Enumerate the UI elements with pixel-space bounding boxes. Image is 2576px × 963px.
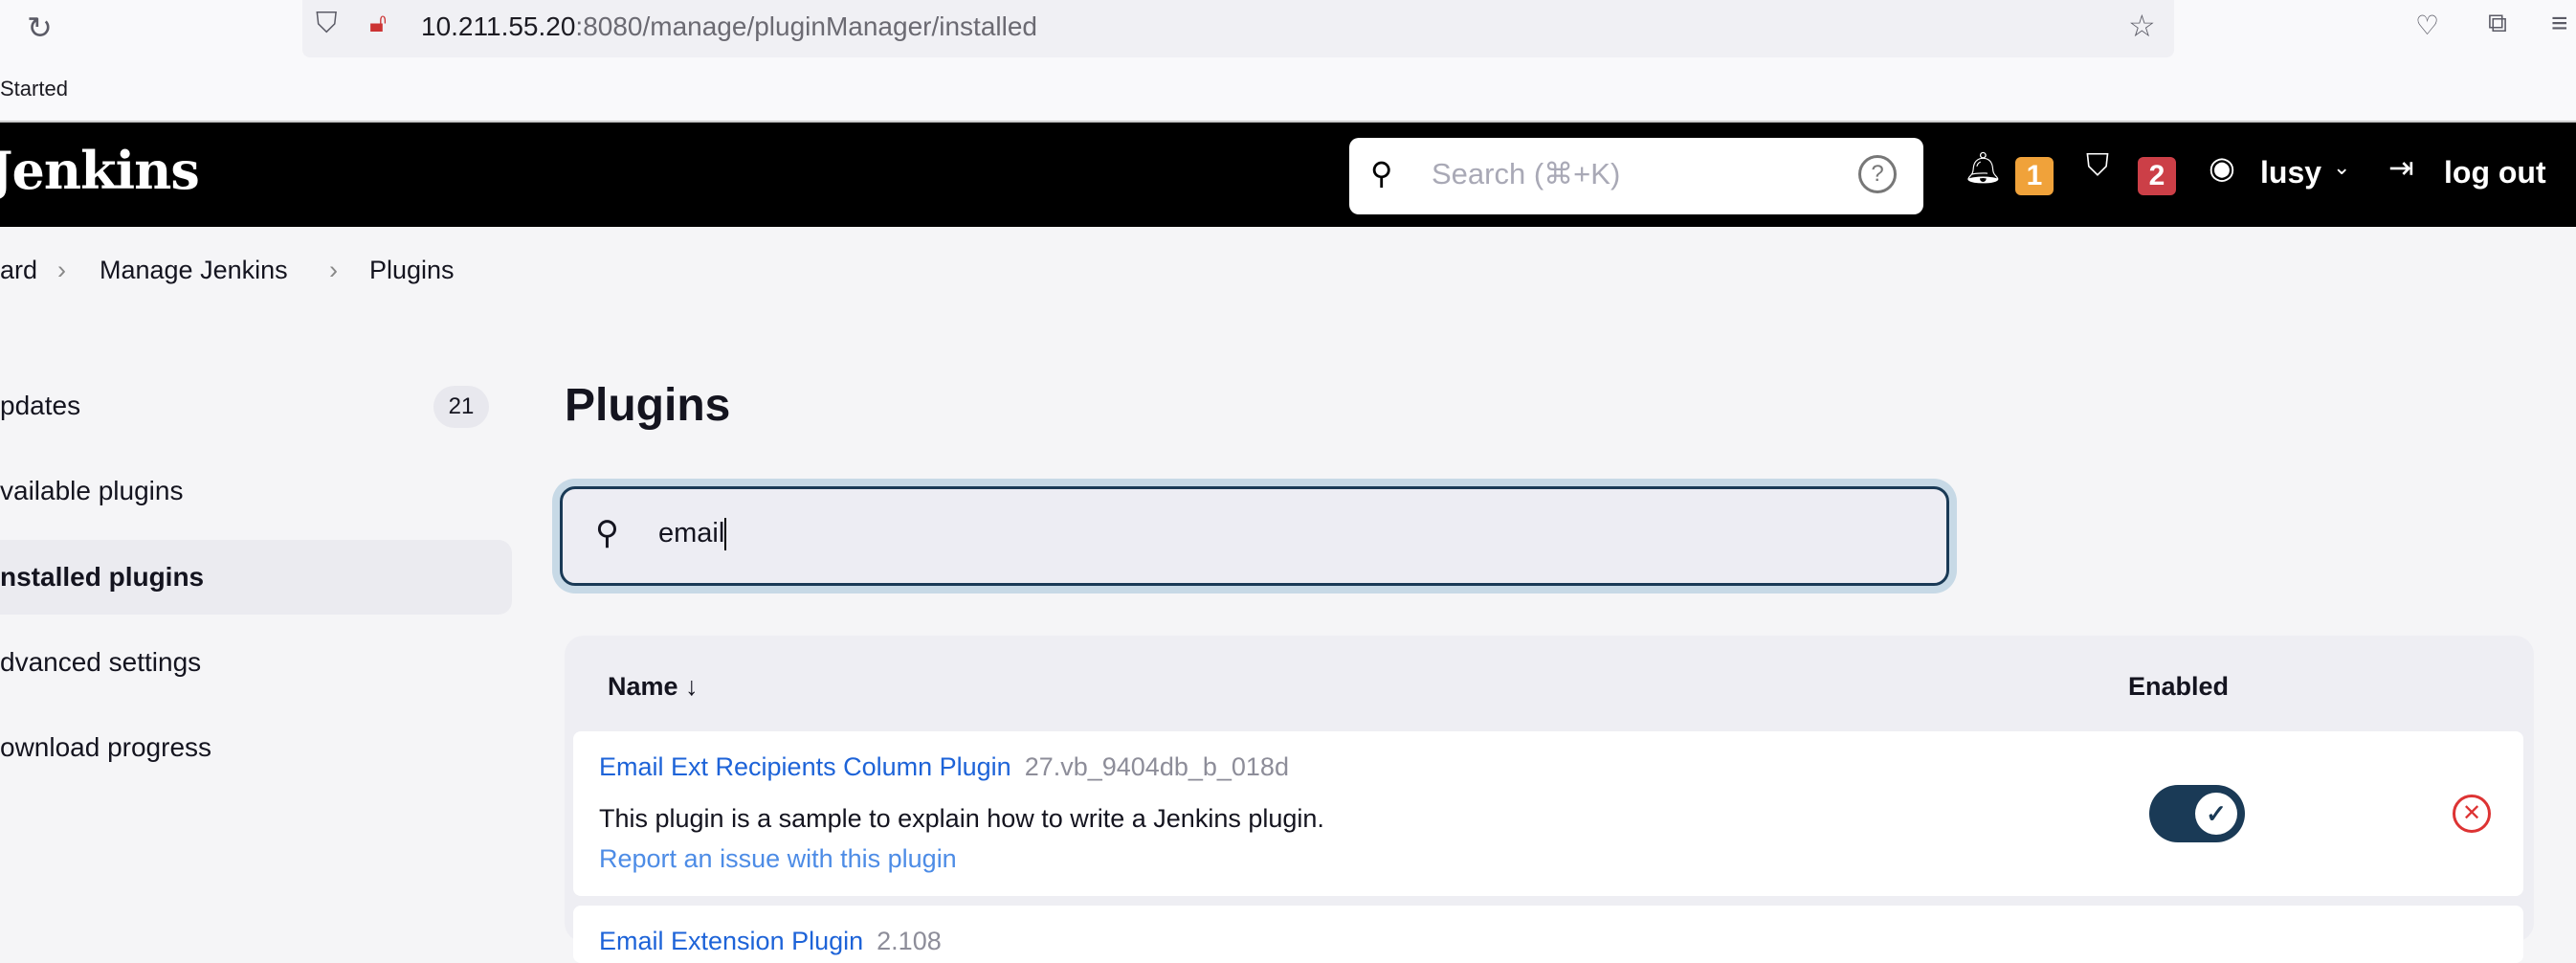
plugin-name-link[interactable]: Email Ext Recipients Column Plugin [599,752,1011,781]
sidebar-item-download-progress[interactable]: ownload progress [0,710,512,785]
search-placeholder: Search (⌘+K) [1432,157,1621,190]
chevron-right-icon: › [57,256,66,284]
search-icon: ⚲ [1370,156,1393,190]
uninstall-icon[interactable]: ✕ [2453,795,2491,833]
plugin-name-link[interactable]: Email Extension Plugin [599,927,863,955]
column-header-name[interactable]: Name ↓ [608,672,699,702]
check-icon: ✓ [2195,793,2237,835]
menu-icon[interactable]: ≡ [2551,8,2568,40]
notifications-badge[interactable]: 1 [2015,157,2054,195]
search-icon: ⚲ [595,515,619,551]
breadcrumb: ard › Manage Jenkins › Plugins [0,227,2576,315]
sidebar-item-available-plugins[interactable]: vailable plugins [0,454,512,528]
breadcrumb-dashboard[interactable]: ard [0,256,37,285]
reload-icon[interactable]: ↻ [27,10,53,46]
plugin-version: 27.vb_9404db_b_018d [1024,752,1289,781]
plugin-version: 2.108 [877,927,942,955]
security-badge[interactable]: 2 [2138,157,2176,195]
enabled-toggle[interactable]: ✓ [2149,785,2245,842]
bookmark-getting-started[interactable]: Started [0,77,68,101]
table-row: Email Ext Recipients Column Plugin 27.vb_… [573,731,2523,896]
jenkins-header: Jenkins ⚲ Search (⌘+K) ? 🔔︎ 1 ⛉ 2 ◉ lusy… [0,121,2576,227]
report-issue-link[interactable]: Report an issue with this plugin [599,844,957,874]
insecure-lock-icon[interactable]: 🔓︎ [369,8,387,39]
logout-link[interactable]: log out [2444,155,2546,190]
global-search-input[interactable]: ⚲ Search (⌘+K) ? [1349,138,1923,214]
sidebar-item-updates[interactable]: pdates 21 [0,369,512,443]
logout-icon[interactable]: ⇥ [2388,149,2414,186]
shield-icon[interactable]: ⛉ [316,8,338,40]
table-row: Email Extension Plugin 2.108 [573,906,2523,963]
arrow-down-icon: ↓ [685,672,699,701]
filter-value: email [658,518,725,549]
column-header-enabled: Enabled [2128,672,2230,701]
bell-icon[interactable]: 🔔︎ [1964,149,2003,186]
url-text[interactable]: 10.211.55.20:8080/manage/pluginManager/i… [421,11,1037,42]
plugin-filter-input[interactable]: ⚲ email [560,486,1949,586]
sidebar-item-advanced-settings[interactable]: dvanced settings [0,625,512,700]
sidebar-item-label: pdates [0,391,81,420]
chevron-down-icon[interactable]: ⌄ [2333,155,2350,180]
page-title: Plugins [565,380,731,431]
pocket-icon[interactable]: ♡ [2415,10,2439,41]
security-shield-icon[interactable]: ⛉ [2086,147,2109,184]
help-icon[interactable]: ? [1858,155,1897,193]
plugin-description: This plugin is a sample to explain how t… [599,804,1324,833]
breadcrumb-manage-jenkins[interactable]: Manage Jenkins [100,256,288,285]
updates-count: 21 [433,386,489,428]
breadcrumb-plugins[interactable]: Plugins [369,256,455,285]
sidebar-item-installed-plugins[interactable]: nstalled plugins [0,540,512,615]
user-name[interactable]: lusy [2260,155,2321,190]
column-name-label: Name [608,672,678,701]
chevron-right-icon: › [329,256,338,284]
bookmark-star-icon[interactable]: ☆ [2128,8,2156,44]
installed-plugins-table: Name ↓ Enabled Email Ext Recipients Colu… [565,636,2534,963]
jenkins-logo[interactable]: Jenkins [0,140,200,201]
user-icon[interactable]: ◉ [2209,149,2235,186]
extensions-icon[interactable]: ⧉ [2488,8,2507,39]
text-cursor [724,518,727,551]
browser-toolbar: ↻ ⛉ 🔓︎ ☆ 10.211.55.20:8080/manage/plugin… [0,0,2576,120]
